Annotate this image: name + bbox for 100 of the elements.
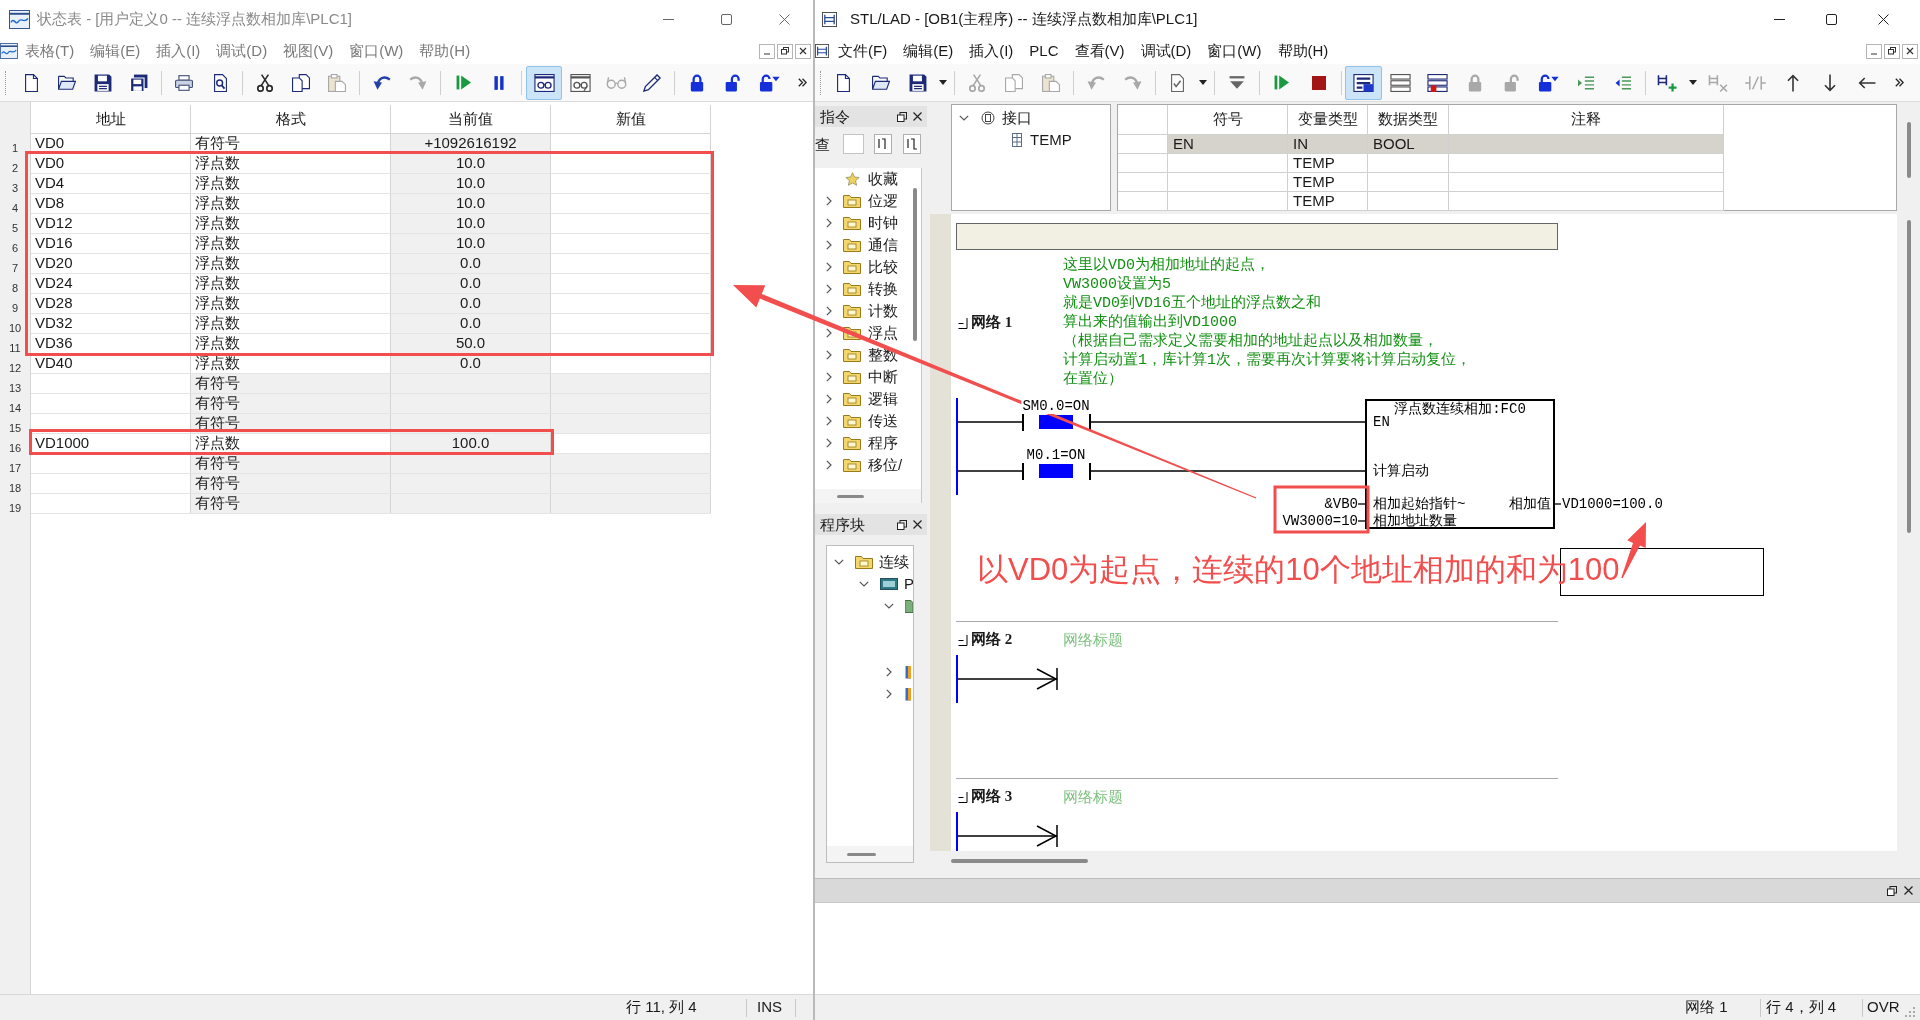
play-icon[interactable] xyxy=(455,75,471,90)
page-check-icon[interactable] xyxy=(1171,73,1184,92)
resize-grip-icon[interactable] xyxy=(1904,1007,1915,1017)
stacked-list-icon[interactable] xyxy=(1427,73,1448,92)
triangle-bar-icon[interactable] xyxy=(1228,75,1245,90)
table-cell[interactable]: 有符号 xyxy=(191,394,391,413)
table-cell[interactable]: VD16 xyxy=(31,234,191,253)
tree-item[interactable]: 位逻 xyxy=(815,190,909,212)
table-cell[interactable]: TEMP xyxy=(1288,173,1368,192)
bracket-icon[interactable] xyxy=(958,790,968,803)
menu-item[interactable]: 编辑(E) xyxy=(90,39,141,63)
chevron-right-icon[interactable] xyxy=(826,240,832,250)
scrollbar-thumb[interactable] xyxy=(1906,220,1911,533)
restore-icon[interactable] xyxy=(897,111,907,122)
table-cell[interactable]: VD20 xyxy=(31,254,191,273)
chevron-right-icon[interactable] xyxy=(886,667,892,677)
ladder-plus-icon[interactable] xyxy=(1657,73,1678,92)
close-button[interactable] xyxy=(795,43,811,59)
menu-item[interactable]: 查看(V) xyxy=(1074,39,1125,63)
minimize-icon[interactable] xyxy=(1773,18,1785,20)
menu-item[interactable]: 帮助(H) xyxy=(1277,39,1329,63)
menu-item[interactable]: 插入(I) xyxy=(969,39,1014,63)
table-cell[interactable]: BOOL xyxy=(1368,135,1449,154)
play-icon[interactable] xyxy=(1274,75,1289,90)
menu-item[interactable]: PLC xyxy=(1029,39,1059,63)
page-magnifier-icon[interactable] xyxy=(213,73,227,92)
table-cell[interactable] xyxy=(1368,192,1449,211)
close-icon[interactable] xyxy=(1877,13,1889,25)
scrollbar-thumb[interactable] xyxy=(847,852,876,856)
padlock-caret-icon[interactable] xyxy=(1538,73,1559,92)
restore-icon[interactable] xyxy=(897,519,907,530)
table-cell[interactable] xyxy=(551,494,711,513)
table-cell[interactable]: VD0 xyxy=(31,134,191,153)
menu-item[interactable]: 编辑(E) xyxy=(903,39,954,63)
chart-window-icon[interactable] xyxy=(0,43,18,59)
scrollbar-thumb[interactable] xyxy=(837,494,864,498)
chevron-right-icon[interactable] xyxy=(826,284,832,294)
table-cell[interactable]: VD12 xyxy=(31,214,191,233)
down-arrow-icon[interactable] xyxy=(1822,73,1837,92)
tree-item[interactable]: 连续 xyxy=(827,551,913,573)
chevron-right-icon[interactable] xyxy=(826,350,832,360)
table-cell[interactable] xyxy=(1449,135,1724,154)
menu-item[interactable]: 文件(F) xyxy=(838,39,888,63)
pause-icon[interactable] xyxy=(493,74,505,91)
outdent-lines-icon[interactable] xyxy=(1614,75,1631,90)
table-cell[interactable]: TEMP xyxy=(1288,154,1368,173)
table-cell[interactable]: VD40 xyxy=(31,354,191,373)
floppy-disks-icon[interactable] xyxy=(130,73,148,92)
tree-item[interactable]: 接口 xyxy=(952,107,1110,129)
table-cell[interactable]: EN xyxy=(1168,135,1288,154)
page-icon[interactable] xyxy=(24,73,38,92)
table-cell[interactable]: IN xyxy=(1288,135,1368,154)
table-cell[interactable]: VD36 xyxy=(31,334,191,353)
tree-item[interactable]: 计数 xyxy=(815,300,909,322)
caret-icon[interactable] xyxy=(939,80,947,85)
menu-item[interactable]: 调试(D) xyxy=(1140,39,1192,63)
table-cell[interactable]: VD8 xyxy=(31,194,191,213)
tree-item[interactable]: TEMP xyxy=(952,129,1110,151)
table-cell[interactable] xyxy=(1449,173,1724,192)
title-field[interactable] xyxy=(956,223,1558,250)
up-arrow-icon[interactable] xyxy=(1785,73,1800,92)
stop-icon[interactable] xyxy=(1311,75,1326,90)
close-icon[interactable] xyxy=(913,520,922,529)
indent-lines-icon[interactable] xyxy=(1577,75,1594,90)
left-arrow-icon[interactable] xyxy=(1857,75,1876,90)
menu-item[interactable]: 调试(D) xyxy=(216,39,268,63)
chevron-down-icon[interactable] xyxy=(834,559,844,565)
chevron-right-icon[interactable] xyxy=(826,328,832,338)
function-block[interactable]: 浮点数连续相加:FC0 EN 计算启动 相加起始指针~ 相加地址数量 相加值 xyxy=(1365,399,1555,529)
open-padlock-icon[interactable] xyxy=(725,73,741,92)
table-cell[interactable] xyxy=(551,474,711,493)
scrollbar-thumb[interactable] xyxy=(1906,122,1911,178)
table-cell[interactable]: VD1000 xyxy=(31,434,191,453)
caret-icon[interactable] xyxy=(1199,80,1207,85)
chevron-down-icon[interactable] xyxy=(959,115,969,121)
table-cell[interactable]: VD24 xyxy=(31,274,191,293)
tree-item[interactable]: 收藏 xyxy=(815,168,909,190)
panel-button[interactable] xyxy=(903,134,921,154)
padlock-caret-icon[interactable] xyxy=(758,73,780,92)
chevron-right-icon[interactable] xyxy=(826,394,832,404)
folder-icon[interactable] xyxy=(58,75,76,90)
chevron-down-icon[interactable] xyxy=(884,603,894,609)
table-cell[interactable] xyxy=(551,414,711,433)
table-cell[interactable]: 有符号 xyxy=(191,474,391,493)
table-cell[interactable] xyxy=(1368,173,1449,192)
table-cell[interactable] xyxy=(551,394,711,413)
tree-item[interactable]: 移位/ xyxy=(815,454,909,476)
scrollbar-thumb[interactable] xyxy=(912,188,917,341)
padlock-icon[interactable] xyxy=(690,73,704,92)
table-cell[interactable] xyxy=(551,454,711,473)
chevron-right-icon[interactable] xyxy=(826,460,832,470)
table-cell[interactable]: VD28 xyxy=(31,294,191,313)
printer-icon[interactable] xyxy=(175,74,193,91)
chevron-right-icon[interactable] xyxy=(826,306,832,316)
bracket-icon[interactable] xyxy=(958,316,968,329)
folder-icon[interactable] xyxy=(871,75,890,90)
tree-item[interactable]: P xyxy=(827,573,913,595)
menu-item[interactable]: 视图(V) xyxy=(283,39,334,63)
tree-item[interactable]: 传送 xyxy=(815,410,909,432)
chevron-right-icon[interactable] xyxy=(826,416,832,426)
